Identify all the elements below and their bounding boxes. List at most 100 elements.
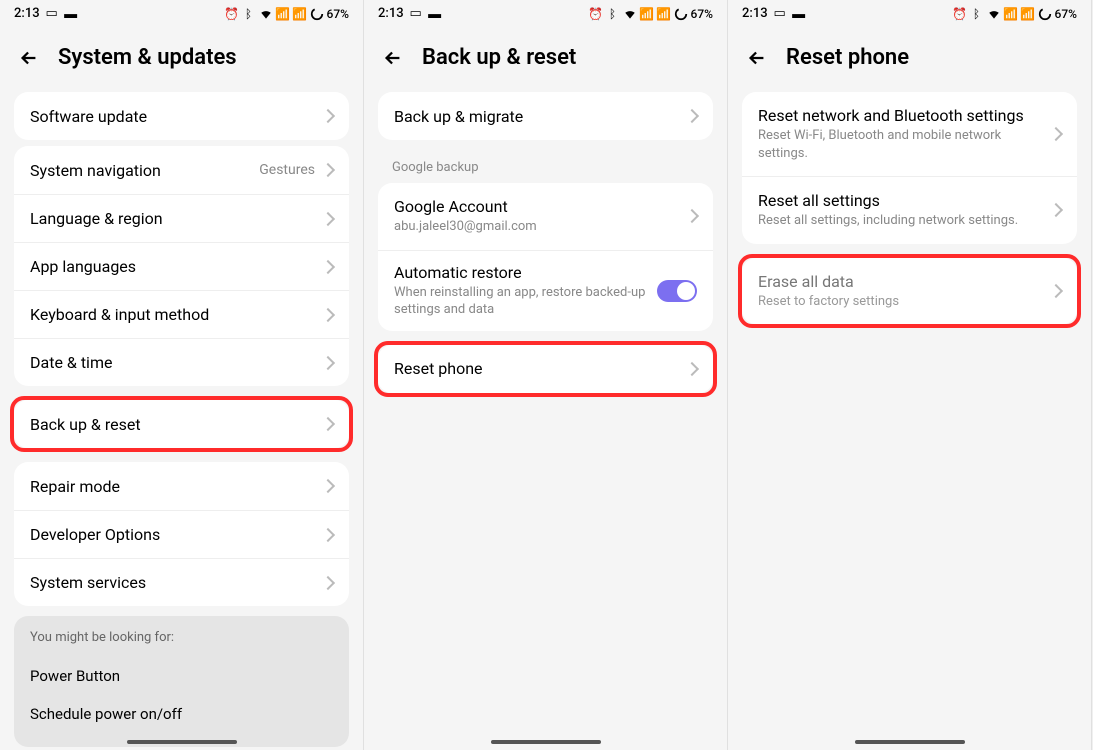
battery-ring-icon: [674, 7, 688, 21]
card-google-backup: Google Account abu.jaleel30@gmail.com Au…: [378, 183, 713, 331]
status-time: 2:13: [14, 6, 40, 21]
chevron-right-icon: [321, 417, 335, 431]
row-backup-reset[interactable]: Back up & reset: [14, 400, 349, 448]
label: App languages: [30, 257, 323, 276]
wifi-icon: [259, 7, 273, 21]
label: System services: [30, 573, 323, 592]
row-erase-all-data[interactable]: Erase all data Reset to factory settings: [742, 258, 1077, 325]
alarm-icon: ⏰: [953, 7, 967, 21]
signal-icon-2: 📶: [1021, 7, 1035, 21]
highlight-backup-reset: Back up & reset: [10, 396, 353, 452]
card-erase-all-data: Erase all data Reset to factory settings: [742, 258, 1077, 325]
row-repair-mode[interactable]: Repair mode: [14, 462, 349, 510]
label: Google Account: [394, 197, 687, 216]
status-bar: 2:13 ▭ ▬ ⏰ ᛒ 📶 📶 67%: [0, 0, 363, 25]
label: Developer Options: [30, 525, 323, 544]
chevron-right-icon: [321, 259, 335, 273]
row-backup-migrate[interactable]: Back up & migrate: [378, 92, 713, 140]
signal-icon-2: 📶: [293, 7, 307, 21]
briefcase-icon: ▬: [64, 7, 78, 21]
row-automatic-restore[interactable]: Automatic restore When reinstalling an a…: [378, 250, 713, 331]
nav-bar[interactable]: [855, 740, 965, 744]
label: Automatic restore: [394, 263, 647, 282]
chevron-right-icon: [321, 575, 335, 589]
row-developer-options[interactable]: Developer Options: [14, 510, 349, 558]
row-app-languages[interactable]: App languages: [14, 242, 349, 290]
wifi-icon: [987, 7, 1001, 21]
nav-bar[interactable]: [491, 740, 601, 744]
page-header: System & updates: [0, 25, 363, 92]
chevron-right-icon: [1049, 127, 1063, 141]
label: Date & time: [30, 353, 323, 372]
chevron-right-icon: [321, 109, 335, 123]
row-system-services[interactable]: System services: [14, 558, 349, 606]
status-bar: 2:13 ▭ ▬ ⏰ ᛒ 📶 📶 67%: [364, 0, 727, 25]
label: Reset phone: [394, 359, 687, 378]
back-icon[interactable]: [382, 47, 404, 69]
chevron-right-icon: [321, 355, 335, 369]
screen-reset-phone: 2:13 ▭ ▬ ⏰ ᛒ 📶 📶 67% Reset phone Reset n…: [728, 0, 1092, 750]
page-header: Back up & reset: [364, 25, 727, 92]
row-language-region[interactable]: Language & region: [14, 194, 349, 242]
battery-percent: 67%: [327, 7, 349, 21]
card-backup-migrate: Back up & migrate: [378, 92, 713, 140]
chevron-right-icon: [1049, 203, 1063, 217]
row-software-update[interactable]: Software update: [14, 92, 349, 140]
card-extras: Repair mode Developer Options System ser…: [14, 462, 349, 606]
label: Software update: [30, 107, 323, 126]
label: Keyboard & input method: [30, 305, 323, 324]
row-reset-phone[interactable]: Reset phone: [378, 345, 713, 393]
chevron-right-icon: [685, 209, 699, 223]
calendar-icon: ▭: [45, 7, 59, 21]
signal-icon-2: 📶: [657, 7, 671, 21]
chevron-right-icon: [321, 527, 335, 541]
battery-percent: 67%: [691, 7, 713, 21]
section-google-backup: Google backup: [364, 150, 727, 183]
suggestions-header: You might be looking for:: [30, 630, 333, 645]
page-header: Reset phone: [728, 25, 1091, 92]
label: Back up & reset: [30, 415, 323, 434]
chevron-right-icon: [321, 163, 335, 177]
calendar-icon: ▭: [773, 7, 787, 21]
chevron-right-icon: [321, 307, 335, 321]
subtitle: abu.jaleel30@gmail.com: [394, 218, 687, 236]
subtitle: When reinstalling an app, restore backed…: [394, 284, 647, 319]
row-google-account[interactable]: Google Account abu.jaleel30@gmail.com: [378, 183, 713, 250]
screen-backup-reset: 2:13 ▭ ▬ ⏰ ᛒ 📶 📶 67% Back up & reset Bac…: [364, 0, 728, 750]
nav-bar[interactable]: [127, 740, 237, 744]
row-reset-network[interactable]: Reset network and Bluetooth settings Res…: [742, 92, 1077, 176]
chevron-right-icon: [1049, 284, 1063, 298]
bluetooth-icon: ᛒ: [242, 7, 256, 21]
back-icon[interactable]: [746, 47, 768, 69]
page-title: Reset phone: [786, 45, 909, 70]
chevron-right-icon: [321, 479, 335, 493]
suggestion-power-button[interactable]: Power Button: [30, 657, 333, 695]
battery-percent: 67%: [1055, 7, 1077, 21]
screen-system-updates: 2:13 ▭ ▬ ⏰ ᛒ 📶 📶 67% System & updates So…: [0, 0, 364, 750]
row-system-navigation[interactable]: System navigation Gestures: [14, 146, 349, 194]
battery-ring-icon: [1038, 7, 1052, 21]
row-reset-all-settings[interactable]: Reset all settings Reset all settings, i…: [742, 176, 1077, 244]
chevron-right-icon: [685, 362, 699, 376]
status-bar: 2:13 ▭ ▬ ⏰ ᛒ 📶 📶 67%: [728, 0, 1091, 25]
briefcase-icon: ▬: [792, 7, 806, 21]
signal-icon: 📶: [1004, 7, 1018, 21]
highlight-reset-phone: Reset phone: [374, 341, 717, 397]
bluetooth-icon: ᛒ: [606, 7, 620, 21]
subtitle: Reset to factory settings: [758, 293, 1051, 311]
toggle-automatic-restore[interactable]: [657, 280, 697, 302]
subtitle: Reset all settings, including network se…: [758, 212, 1051, 230]
card-reset-phone: Reset phone: [378, 345, 713, 393]
back-icon[interactable]: [18, 47, 40, 69]
suggestion-schedule-power[interactable]: Schedule power on/off: [30, 695, 333, 733]
row-value: Gestures: [259, 162, 315, 178]
chevron-right-icon: [685, 109, 699, 123]
row-keyboard-input[interactable]: Keyboard & input method: [14, 290, 349, 338]
suggestions-card: You might be looking for: Power Button S…: [14, 616, 349, 747]
row-date-time[interactable]: Date & time: [14, 338, 349, 386]
subtitle: Reset Wi-Fi, Bluetooth and mobile networ…: [758, 127, 1051, 162]
card-backup-reset: Back up & reset: [14, 400, 349, 448]
bluetooth-icon: ᛒ: [970, 7, 984, 21]
page-title: System & updates: [58, 45, 237, 70]
briefcase-icon: ▬: [428, 7, 442, 21]
